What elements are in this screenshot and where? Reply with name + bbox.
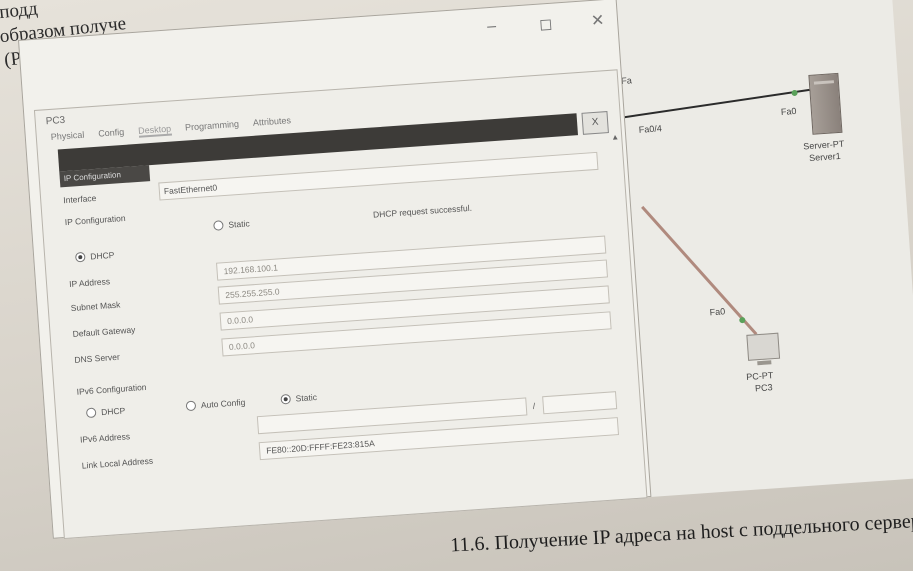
- link-local-value: FE80::20D:FFFF:FE23:815A: [265, 438, 375, 456]
- maximize-button[interactable]: ◻: [538, 14, 553, 35]
- close-button[interactable]: ✕: [590, 10, 606, 31]
- dhcp-radio[interactable]: [74, 251, 86, 263]
- screenshot-region: Fa Fa0/4 Fa0 Server-PT Server1 Fa0 PC-PT…: [18, 0, 913, 540]
- gateway-label: Default Gateway: [72, 324, 136, 339]
- ipv6-prefix-slash: /: [532, 400, 536, 411]
- ipv6-static-radio[interactable]: [280, 393, 292, 405]
- page-text-line1: подд: [0, 0, 39, 24]
- ip-config-label: IP Configuration: [64, 212, 126, 228]
- tab-attributes[interactable]: Attributes: [253, 115, 292, 130]
- pc-name-label: PC3: [754, 382, 773, 394]
- pc-type-label: PC-PT: [745, 370, 774, 383]
- tab-programming[interactable]: Programming: [185, 119, 240, 135]
- port-fa0-4-label: Fa0/4: [638, 123, 663, 135]
- minimize-button[interactable]: –: [487, 18, 497, 37]
- ipv6-auto-radio[interactable]: [185, 400, 197, 412]
- topology-workspace: Fa Fa0/4 Fa0 Server-PT Server1 Fa0 PC-PT…: [606, 0, 913, 498]
- port-edge-label: Fa: [620, 75, 633, 87]
- ip-config-close-button[interactable]: X: [581, 111, 609, 135]
- ipv6-dhcp-label: DHCP: [100, 405, 126, 418]
- dhcp-status-text: DHCP request successful.: [372, 202, 473, 220]
- port-server-label: Fa0: [780, 105, 797, 117]
- pc3-dialog: PC3 Physical Config Desktop Programming …: [33, 69, 648, 540]
- scroll-arrow-icon[interactable]: ▲: [611, 132, 620, 142]
- static-label: Static: [228, 218, 250, 230]
- ipv6-auto-label: Auto Config: [200, 397, 246, 411]
- pc-icon[interactable]: [746, 332, 781, 361]
- outer-window: – ◻ ✕ PC3 Physical Config Desktop Progra…: [18, 0, 652, 540]
- ipv6-prefix-field[interactable]: [542, 391, 618, 415]
- dns-label: DNS Server: [74, 351, 121, 365]
- ipv6-static-label: Static: [295, 392, 318, 404]
- dhcp-label: DHCP: [89, 249, 115, 262]
- gateway-value: 0.0.0.0: [226, 314, 254, 327]
- topology-links: [615, 88, 810, 336]
- static-radio[interactable]: [213, 220, 224, 231]
- ip-address-value: 192.168.100.1: [223, 262, 279, 277]
- ipv6-config-label: IPv6 Configuration: [76, 381, 147, 397]
- tab-desktop[interactable]: Desktop: [137, 123, 172, 138]
- dns-value: 0.0.0.0: [228, 340, 256, 353]
- interface-value: FastEthernet0: [163, 182, 218, 197]
- subnet-label: Subnet Mask: [70, 299, 121, 313]
- ip-address-label: IP Address: [68, 276, 111, 290]
- server-icon[interactable]: [808, 72, 843, 135]
- tab-physical[interactable]: Physical: [50, 130, 84, 144]
- subnet-value: 255.255.255.0: [224, 286, 280, 301]
- link-local-label: Link Local Address: [81, 455, 154, 471]
- port-pc-label: Fa0: [709, 306, 726, 318]
- ipv6-address-label: IPv6 Address: [79, 431, 131, 445]
- tab-config[interactable]: Config: [98, 127, 125, 141]
- ipv6-dhcp-radio[interactable]: [85, 407, 97, 419]
- interface-label: Interface: [62, 192, 97, 206]
- dialog-title: PC3: [45, 114, 66, 128]
